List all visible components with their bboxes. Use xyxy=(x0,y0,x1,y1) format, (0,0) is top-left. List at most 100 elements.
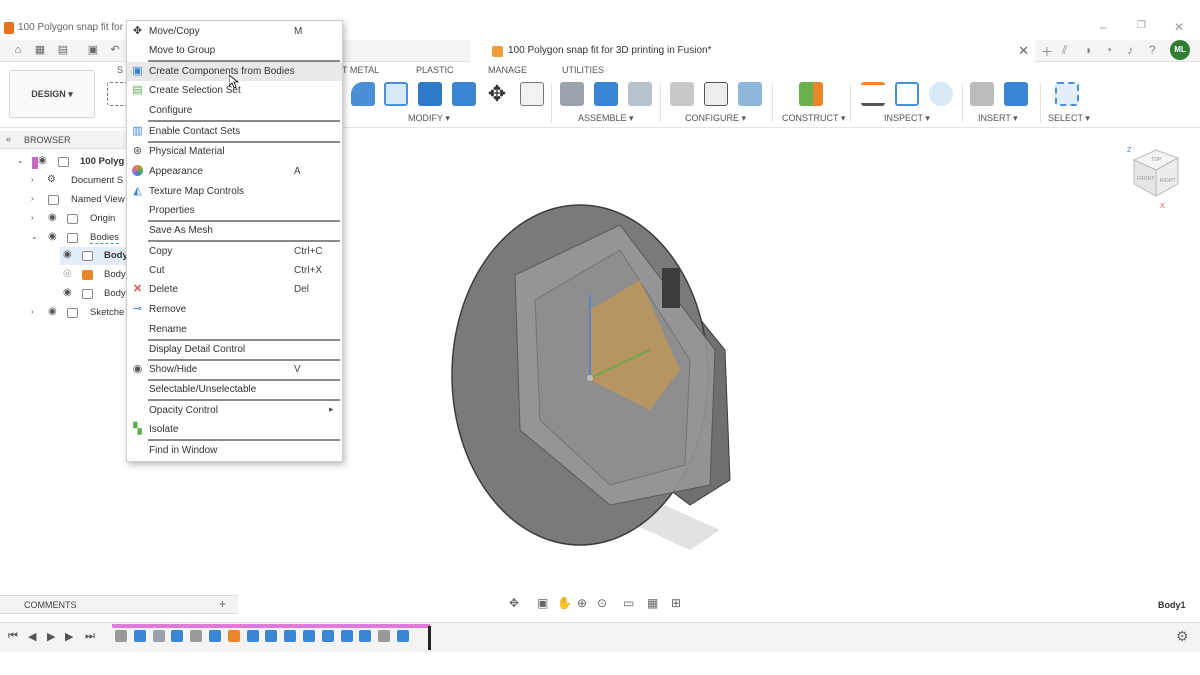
go-to-end-icon[interactable]: ⏭ xyxy=(85,630,95,643)
menu-item-enable-contact-sets[interactable]: ▥ Enable Contact Sets xyxy=(127,122,342,141)
configure-menu[interactable]: CONFIGURE ▾ xyxy=(685,113,746,124)
menu-item-opacity-control[interactable]: Opacity Control ▸ xyxy=(127,401,342,420)
display-settings-icon[interactable]: ▭ xyxy=(623,596,634,610)
interference-tool[interactable] xyxy=(895,82,919,106)
chevron-right-icon[interactable]: › xyxy=(31,194,34,203)
job-status-icon[interactable]: ◑ xyxy=(1084,43,1091,57)
viewcube[interactable]: TOP FRONT RIGHT Z X xyxy=(1122,142,1184,212)
eye-icon[interactable]: ◉ xyxy=(48,231,57,242)
new-component-tool[interactable] xyxy=(594,82,618,106)
viewcube-front-label[interactable]: FRONT xyxy=(1137,176,1154,182)
menu-item-isolate[interactable]: ▚ Isolate xyxy=(127,420,342,439)
offset-plane-tool[interactable] xyxy=(799,82,823,106)
avatar[interactable]: ML xyxy=(1170,40,1190,60)
timeline-feature-icon[interactable] xyxy=(284,630,297,642)
step-forward-icon[interactable]: ▶ xyxy=(65,630,73,643)
tab-manage[interactable]: MANAGE xyxy=(488,65,527,75)
menu-item-selectable[interactable]: Selectable/Unselectable xyxy=(127,380,342,399)
extensions-icon[interactable]: ◔ xyxy=(1105,43,1112,57)
tab-plastic[interactable]: PLASTIC xyxy=(416,65,454,75)
modify-menu[interactable]: MODIFY ▾ xyxy=(408,113,450,124)
menu-item-copy[interactable]: Copy Ctrl+C xyxy=(127,242,342,261)
rule-tool[interactable] xyxy=(738,82,762,106)
menu-item-appearance[interactable]: Appearance A xyxy=(127,162,342,181)
timeline-feature-icon[interactable] xyxy=(133,630,146,642)
menu-item-physical-material[interactable]: ⊛ Physical Material xyxy=(127,142,342,161)
comments-panel[interactable]: COMMENTS + xyxy=(0,595,238,614)
eye-hidden-icon[interactable]: ◎ xyxy=(63,268,72,279)
joint-tool[interactable] xyxy=(560,82,584,106)
timeline-feature-icon[interactable] xyxy=(359,630,372,642)
fit-icon[interactable]: ⊙ xyxy=(597,596,607,610)
chevron-down-icon[interactable]: ⌄ xyxy=(17,156,24,165)
menu-item-texture-map-controls[interactable]: ◭ Texture Map Controls xyxy=(127,182,342,201)
browser-item-sketches[interactable]: › ◉ Sketche xyxy=(0,304,126,322)
zoom-icon[interactable]: ⊕ xyxy=(577,596,587,610)
tab-sheet-metal[interactable]: T METAL xyxy=(342,65,379,75)
menu-item-display-detail-control[interactable]: Display Detail Control xyxy=(127,340,342,359)
menu-item-remove[interactable]: ⊸ Remove xyxy=(127,300,342,319)
eye-icon[interactable]: ◉ xyxy=(48,306,57,317)
timeline-feature-icon[interactable] xyxy=(303,630,315,642)
workspace-switcher[interactable]: DESIGN ▾ xyxy=(9,70,95,118)
timeline-feature-icon[interactable] xyxy=(115,630,127,642)
viewports-icon[interactable]: ⊞ xyxy=(671,596,681,610)
undo-icon[interactable]: ↶ xyxy=(109,44,121,56)
timeline-feature-icon[interactable] xyxy=(397,630,409,642)
menu-item-move-to-group[interactable]: Move to Group xyxy=(127,41,342,60)
construct-menu[interactable]: CONSTRUCT ▾ xyxy=(782,113,845,124)
collapse-browser-icon[interactable]: « xyxy=(6,134,11,144)
timeline-feature-icon[interactable] xyxy=(246,630,259,642)
measure-tool[interactable] xyxy=(861,82,885,106)
notifications-icon[interactable]: ♪ xyxy=(1127,43,1133,57)
split-body-tool[interactable] xyxy=(452,82,476,106)
step-back-icon[interactable]: ◀ xyxy=(28,630,36,643)
grid-icon[interactable]: ▦ xyxy=(34,44,46,56)
offline-icon[interactable]: ⫽ xyxy=(1062,43,1067,58)
go-to-start-icon[interactable]: ⏮ xyxy=(8,630,18,643)
shell-tool[interactable] xyxy=(384,82,408,106)
save-icon[interactable]: ▣ xyxy=(87,44,99,56)
browser-item-origin[interactable]: › ◉ Origin xyxy=(0,210,126,228)
insert-derive-tool[interactable] xyxy=(970,82,994,106)
maximize-button[interactable]: ❐ xyxy=(1137,20,1146,31)
browser-item-named-views[interactable]: › Named View xyxy=(0,191,126,209)
play-icon[interactable]: ▶ xyxy=(47,630,55,643)
eye-icon[interactable]: ◉ xyxy=(38,155,47,166)
file-icon[interactable]: ▤ xyxy=(57,44,69,56)
table-tool[interactable] xyxy=(704,82,728,106)
chevron-down-icon[interactable]: ⌄ xyxy=(31,232,38,241)
chevron-right-icon[interactable]: › xyxy=(31,307,34,316)
as-built-joint-tool[interactable] xyxy=(628,82,652,106)
eye-icon[interactable]: ◉ xyxy=(63,287,72,298)
timeline-feature-icon[interactable] xyxy=(321,630,334,642)
orbit-icon[interactable]: ✥ xyxy=(509,596,519,610)
tab-utilities[interactable]: UTILITIES xyxy=(562,65,604,75)
menu-item-properties[interactable]: Properties xyxy=(127,201,342,220)
model-viewport[interactable] xyxy=(440,200,740,600)
menu-item-save-as-mesh[interactable]: Save As Mesh xyxy=(127,221,342,240)
select-tool[interactable] xyxy=(1055,82,1079,106)
menu-item-configure[interactable]: Configure xyxy=(127,101,342,120)
menu-item-move-copy[interactable]: ✥ Move/Copy M xyxy=(127,22,342,41)
section-analysis-tool[interactable] xyxy=(929,82,953,106)
help-icon[interactable]: ? xyxy=(1149,43,1156,57)
eye-icon[interactable]: ◉ xyxy=(48,212,57,223)
align-tool[interactable] xyxy=(520,82,544,106)
menu-item-find-in-window[interactable]: Find in Window xyxy=(127,441,342,460)
configure-tool[interactable] xyxy=(670,82,694,106)
browser-item-root[interactable]: ⌄ ◉ 100 Polyg xyxy=(0,153,126,171)
chevron-right-icon[interactable]: › xyxy=(31,175,34,184)
tab-solid[interactable]: S xyxy=(117,65,123,75)
menu-item-show-hide[interactable]: ◉ Show/Hide V xyxy=(127,360,342,379)
browser-item-bodies[interactable]: ⌄ ◉ Bodies xyxy=(0,229,126,247)
chevron-right-icon[interactable]: › xyxy=(31,213,34,222)
timeline-feature-icon[interactable] xyxy=(171,630,184,642)
move-tool[interactable]: ✥ xyxy=(485,82,509,106)
browser-item-document-settings[interactable]: › ⚙ Document S xyxy=(0,172,126,190)
timeline-marker[interactable] xyxy=(428,626,431,650)
insert-menu[interactable]: INSERT ▾ xyxy=(978,113,1018,124)
eye-icon[interactable]: ◉ xyxy=(63,249,72,260)
home-icon[interactable]: ⌂ xyxy=(12,44,24,56)
pan-icon[interactable]: ✋ xyxy=(557,596,572,610)
